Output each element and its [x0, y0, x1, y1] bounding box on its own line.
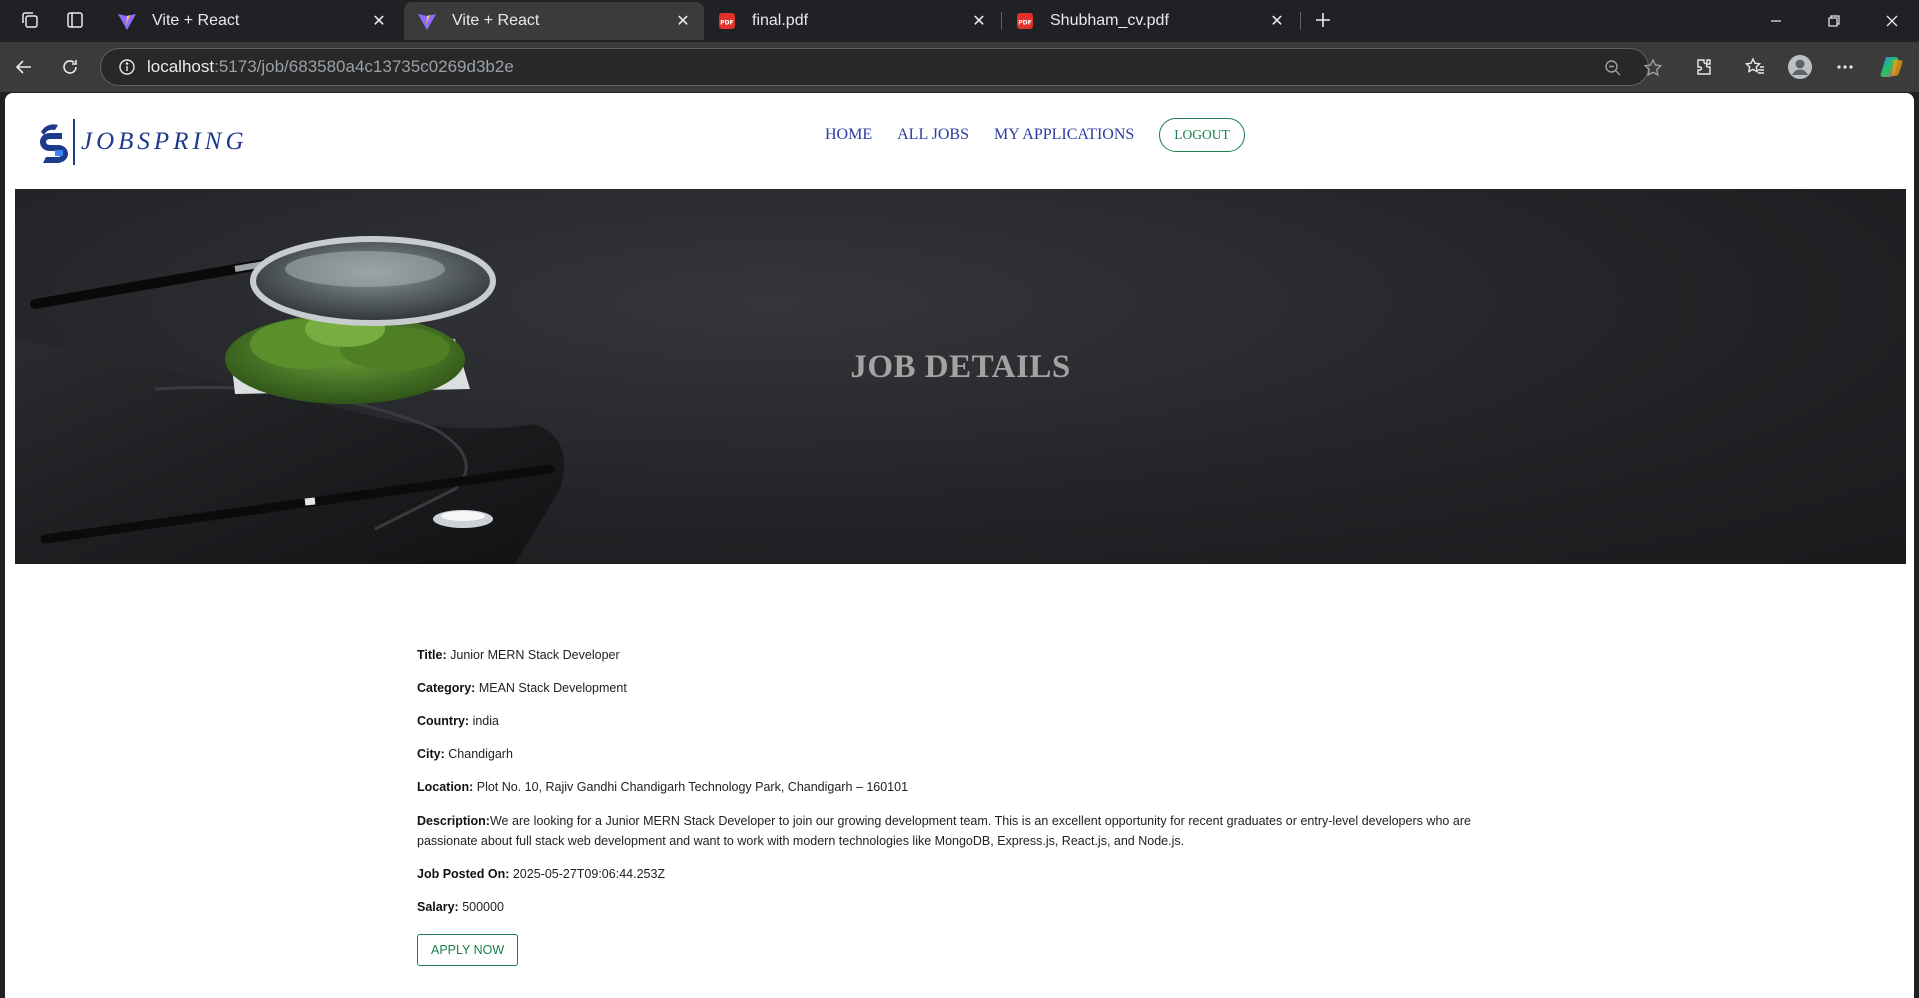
- tab-2[interactable]: Vite + React ✕: [404, 2, 704, 40]
- tab-title: Vite + React: [452, 12, 540, 29]
- back-icon[interactable]: [8, 51, 40, 83]
- job-country-label: Country:: [417, 714, 470, 728]
- profile-avatar-icon[interactable]: [1784, 51, 1816, 83]
- job-salary-value: 500000: [462, 900, 504, 914]
- nav-home[interactable]: HOME: [825, 126, 872, 144]
- job-location-value: Plot No. 10, Rajiv Gandhi Chandigarh Tec…: [476, 780, 909, 794]
- minimize-icon[interactable]: [1756, 4, 1796, 38]
- tab-1[interactable]: Vite + React ✕: [104, 2, 400, 40]
- main-nav: HOME ALL JOBS MY APPLICATIONS LOGOUT: [825, 118, 1245, 152]
- close-icon[interactable]: ✕: [370, 12, 388, 30]
- extensions-icon[interactable]: [1688, 51, 1720, 83]
- close-icon[interactable]: ✕: [1268, 12, 1286, 30]
- workspaces-icon[interactable]: [14, 6, 46, 34]
- favorite-star-icon[interactable]: [1637, 52, 1669, 84]
- site-header: JOBSPRING HOME ALL JOBS MY APPLICATIONS …: [5, 93, 1914, 189]
- reload-icon[interactable]: [54, 51, 86, 83]
- tab-strip: Vite + React ✕ Vite + React ✕ PDF final.…: [0, 0, 1919, 42]
- job-salary-label: Salary:: [417, 900, 459, 914]
- job-salary-row: Salary: 500000: [417, 898, 1471, 917]
- job-location-label: Location:: [417, 780, 474, 794]
- tab-title: Shubham_cv.pdf: [1050, 12, 1169, 29]
- job-category-value: MEAN Stack Development: [478, 681, 627, 695]
- job-description-row: Description:We are looking for a Junior …: [417, 811, 1471, 851]
- vite-icon: [416, 10, 438, 32]
- job-country-value: india: [472, 714, 499, 728]
- browser-toolbar: localhost:5173/job/683580a4c13735c0269d3…: [0, 42, 1919, 92]
- svg-text:PDF: PDF: [1018, 20, 1031, 27]
- job-details: Title: Junior MERN Stack Developer Categ…: [417, 646, 1471, 966]
- site-logo[interactable]: JOBSPRING: [37, 119, 248, 165]
- job-description-value: We are looking for a Junior MERN Stack D…: [417, 814, 1471, 848]
- zoom-out-icon[interactable]: [1597, 52, 1629, 84]
- tab-4[interactable]: PDF Shubham_cv.pdf ✕: [1002, 2, 1298, 40]
- url-host: localhost: [147, 57, 215, 76]
- job-title-value: Junior MERN Stack Developer: [450, 648, 620, 662]
- tab-title: final.pdf: [752, 12, 809, 29]
- tab-3[interactable]: PDF final.pdf ✕: [704, 2, 1000, 40]
- job-title-row: Title: Junior MERN Stack Developer: [417, 646, 1471, 665]
- job-posted-row: Job Posted On: 2025-05-27T09:06:44.253Z: [417, 865, 1471, 884]
- url-path: :5173/job/683580a4c13735c0269d3b2e: [214, 57, 514, 76]
- hero-banner: JOB DETAILS: [15, 189, 1906, 564]
- job-posted-label: Job Posted On:: [417, 867, 510, 881]
- site-info-icon[interactable]: [107, 58, 147, 76]
- close-icon[interactable]: ✕: [970, 12, 988, 30]
- page-title: JOB DETAILS: [850, 349, 1071, 385]
- pdf-icon: PDF: [716, 10, 738, 32]
- job-location-row: Location: Plot No. 10, Rajiv Gandhi Chan…: [417, 778, 1471, 797]
- url-text: localhost:5173/job/683580a4c13735c0269d3…: [147, 57, 514, 77]
- window-close-icon[interactable]: [1872, 4, 1912, 38]
- tab-actions-icon[interactable]: [59, 6, 91, 34]
- tab-separator: [1300, 12, 1301, 30]
- job-category-label: Category:: [417, 681, 476, 695]
- favorites-icon[interactable]: [1739, 51, 1771, 83]
- jobspring-logo-icon: [40, 124, 68, 163]
- job-category-row: Category: MEAN Stack Development: [417, 679, 1471, 698]
- vite-icon: [116, 10, 138, 32]
- job-title-label: Title:: [417, 648, 447, 662]
- restore-icon[interactable]: [1814, 4, 1854, 38]
- logout-button[interactable]: LOGOUT: [1159, 118, 1245, 152]
- page-viewport: JOBSPRING HOME ALL JOBS MY APPLICATIONS …: [5, 93, 1914, 998]
- more-menu-icon[interactable]: [1829, 51, 1861, 83]
- job-description-label: Description:: [417, 814, 490, 828]
- job-city-value: Chandigarh: [448, 747, 513, 761]
- tab-title: Vite + React: [152, 12, 240, 29]
- address-bar[interactable]: localhost:5173/job/683580a4c13735c0269d3…: [100, 48, 1663, 86]
- new-tab-icon[interactable]: [1307, 6, 1339, 34]
- logo-divider: [73, 119, 75, 165]
- logo-text: JOBSPRING: [81, 128, 248, 155]
- job-country-row: Country: india: [417, 712, 1471, 731]
- svg-text:PDF: PDF: [720, 20, 733, 27]
- job-city-label: City:: [417, 747, 445, 761]
- nav-my-applications[interactable]: MY APPLICATIONS: [994, 126, 1134, 144]
- copilot-icon[interactable]: [1876, 51, 1908, 83]
- close-icon[interactable]: ✕: [674, 12, 692, 30]
- nav-all-jobs[interactable]: ALL JOBS: [897, 126, 969, 144]
- job-posted-value: 2025-05-27T09:06:44.253Z: [512, 867, 666, 881]
- apply-now-button[interactable]: APPLY NOW: [417, 934, 519, 966]
- job-city-row: City: Chandigarh: [417, 745, 1471, 764]
- pdf-icon: PDF: [1014, 10, 1036, 32]
